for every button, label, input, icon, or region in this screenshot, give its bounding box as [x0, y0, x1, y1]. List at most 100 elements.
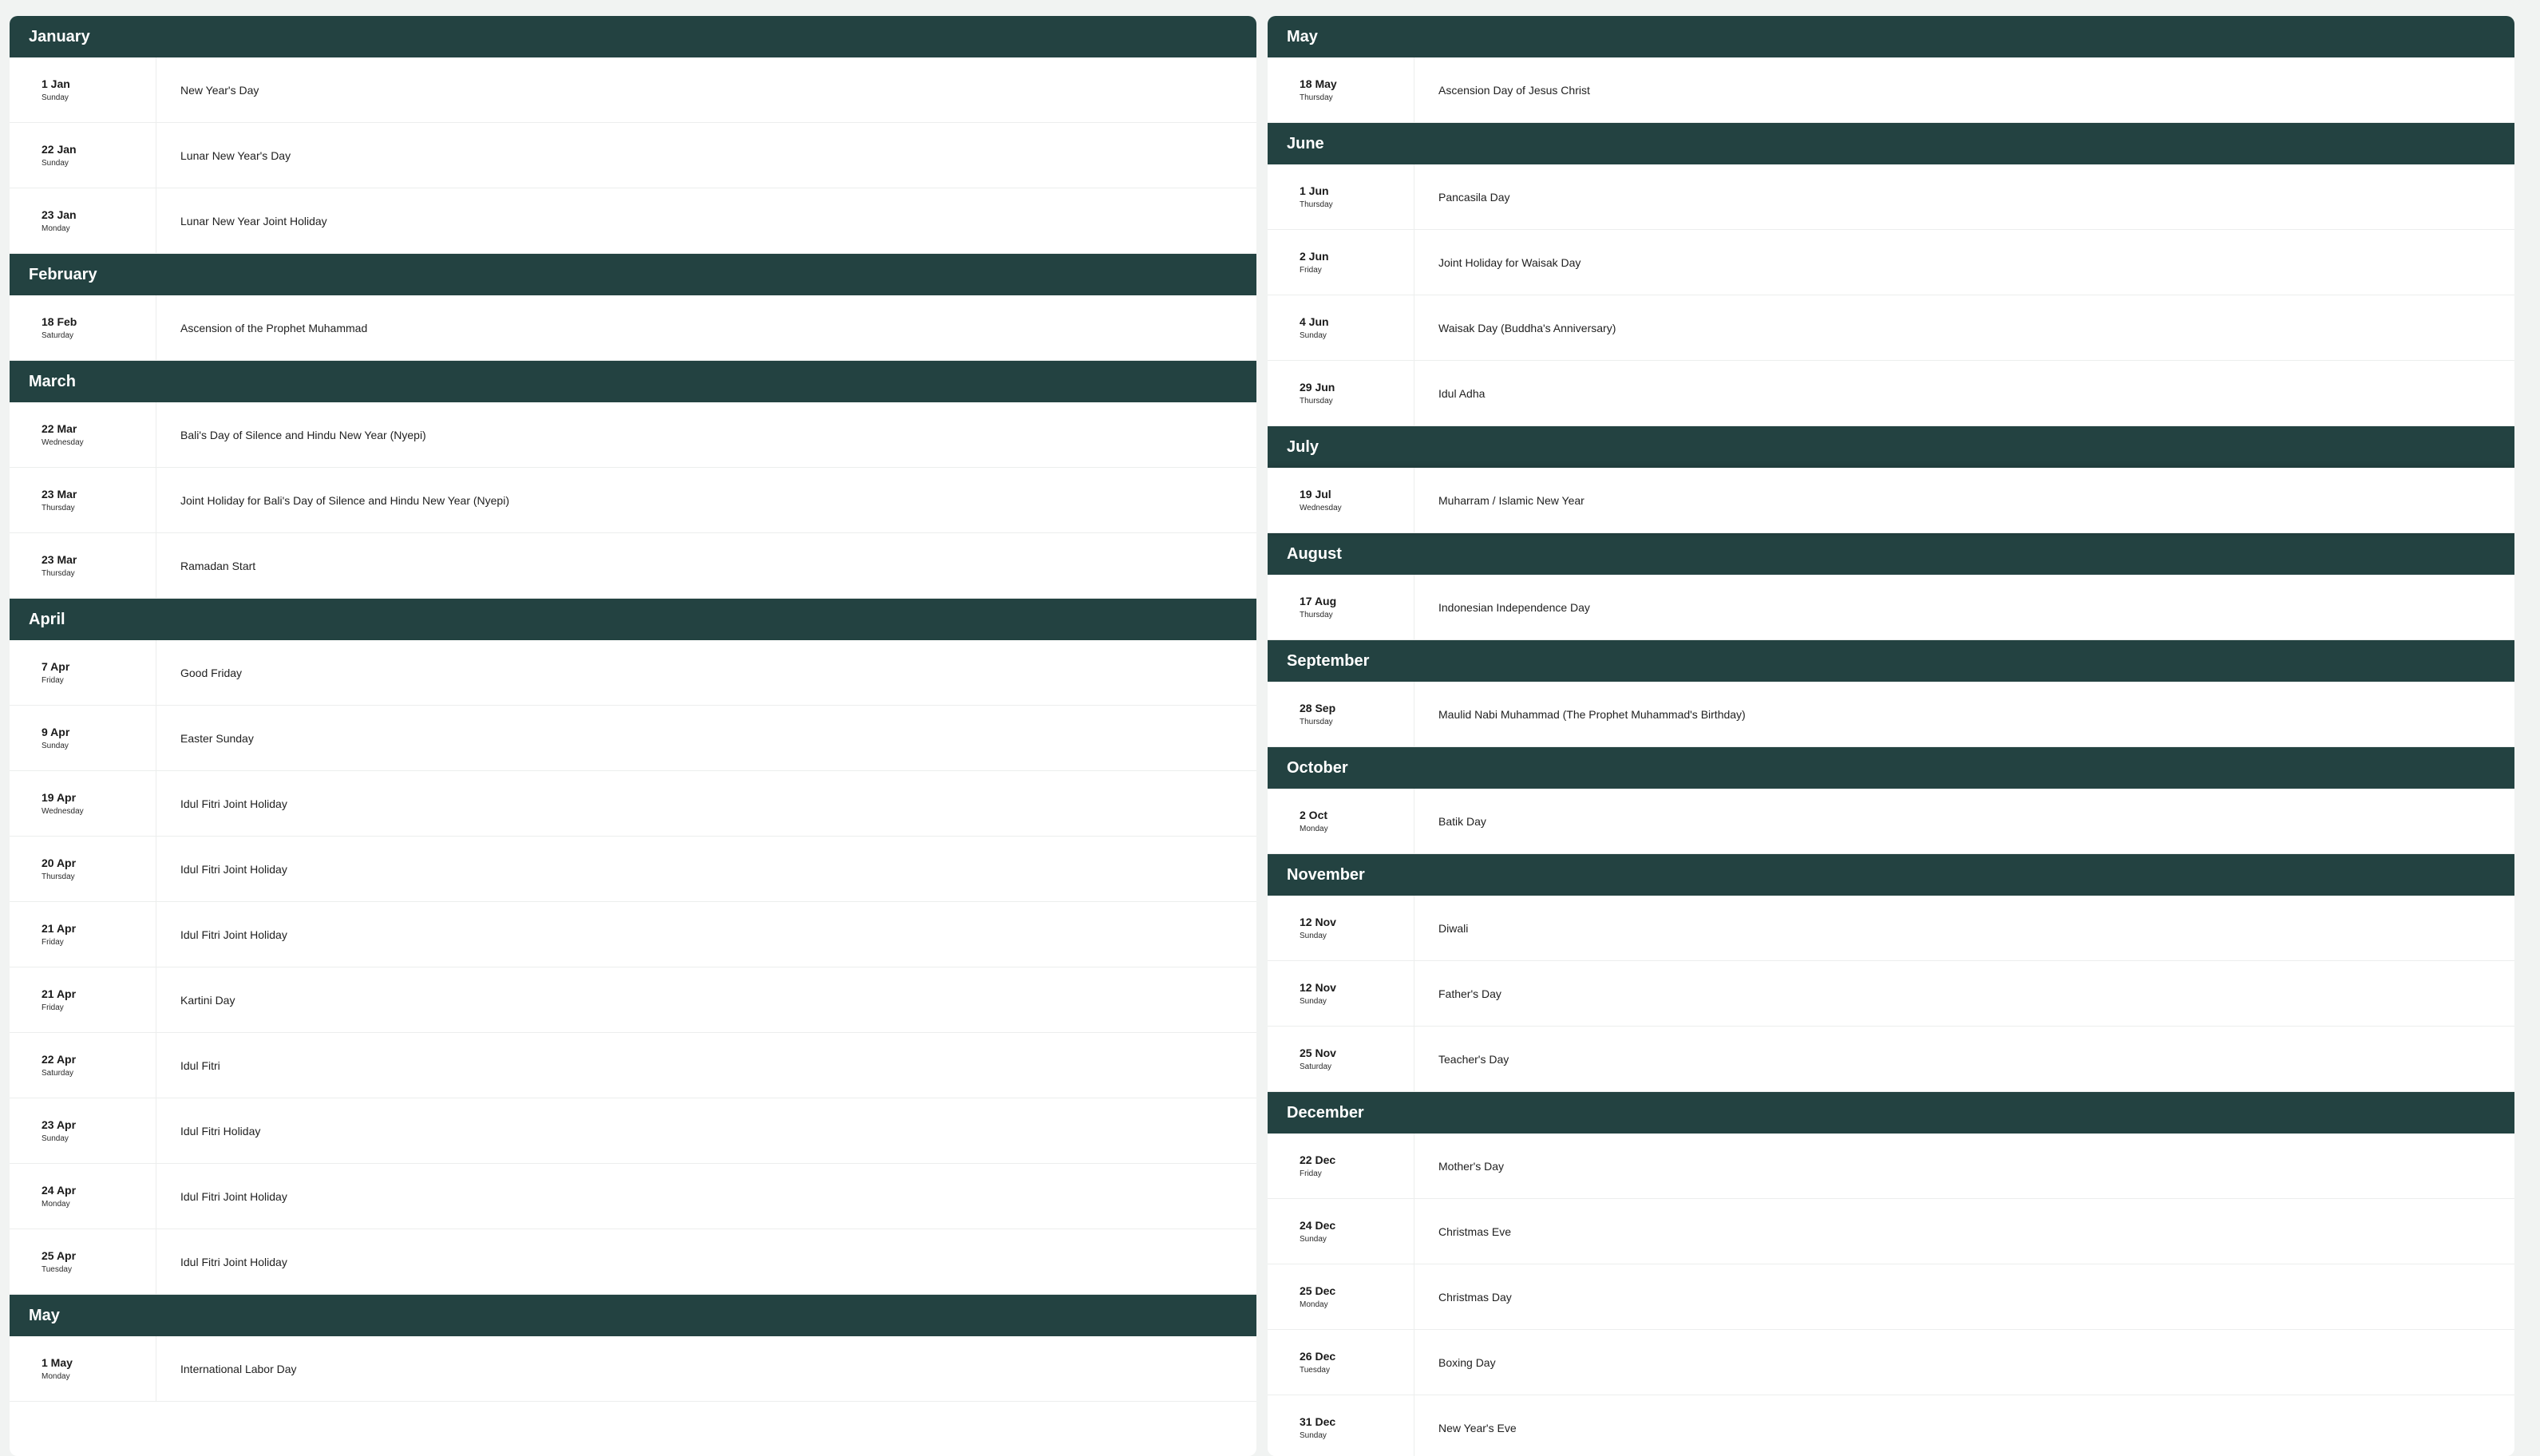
holiday-row[interactable]: 23 Mar Thursday Ramadan Start	[10, 533, 1256, 599]
holiday-row[interactable]: 12 Nov Sunday Diwali	[1268, 896, 2514, 961]
holiday-weekday: Monday	[42, 1371, 70, 1381]
holiday-row[interactable]: 28 Sep Thursday Maulid Nabi Muhammad (The …	[1268, 682, 2514, 747]
holiday-name: Indonesian Independence Day	[1438, 600, 1590, 614]
holiday-row[interactable]: 20 Apr Thursday Idul Fitri Joint Holiday	[10, 837, 1256, 902]
month-header: December	[1268, 1092, 2514, 1134]
holiday-row[interactable]: 22 Jan Sunday Lunar New Year's Day	[10, 123, 1256, 188]
holiday-weekday: Friday	[42, 675, 64, 685]
holiday-date: 25 Dec	[1300, 1284, 1336, 1297]
month-header: November	[1268, 854, 2514, 896]
holiday-column-left: January 1 Jan Sunday New Year's Day 22 Jan Su…	[10, 16, 1256, 1456]
holiday-date: 24 Dec	[1300, 1218, 1336, 1232]
holiday-row[interactable]: 4 Jun Sunday Waisak Day (Buddha's Annivers…	[1268, 295, 2514, 361]
holiday-date-cell: 22 Apr Saturday	[10, 1033, 156, 1098]
holiday-date: 4 Jun	[1300, 315, 1329, 328]
month-section: October 2 Oct Monday Batik Day	[1268, 747, 2514, 854]
month-section: July 19 Jul Wednesday Muharram / Islamic Ne…	[1268, 426, 2514, 533]
holiday-name: Teacher's Day	[1438, 1052, 1509, 1066]
holiday-weekday: Thursday	[1300, 396, 1333, 406]
holiday-row[interactable]: 21 Apr Friday Idul Fitri Joint Holiday	[10, 902, 1256, 967]
holiday-name: Ascension Day of Jesus Christ	[1438, 83, 1590, 97]
month-header: June	[1268, 123, 2514, 164]
holiday-date: 2 Oct	[1300, 808, 1328, 821]
holiday-weekday: Tuesday	[1300, 1365, 1330, 1375]
month-section: September 28 Sep Thursday Maulid Nabi Muham…	[1268, 640, 2514, 747]
holiday-row[interactable]: 17 Aug Thursday Indonesian Independence Da…	[1268, 575, 2514, 640]
holiday-row[interactable]: 19 Apr Wednesday Idul Fitri Joint Holiday	[10, 771, 1256, 837]
holiday-name: Christmas Day	[1438, 1290, 1512, 1304]
month-section: November 12 Nov Sunday Diwali 12 Nov Sunday Fa…	[1268, 854, 2514, 1092]
holiday-name: Mother's Day	[1438, 1159, 1505, 1173]
holiday-row[interactable]: 2 Oct Monday Batik Day	[1268, 789, 2514, 854]
holiday-row[interactable]: 31 Dec Sunday New Year's Eve	[1268, 1395, 2514, 1456]
holiday-row[interactable]: 9 Apr Sunday Easter Sunday	[10, 706, 1256, 771]
holiday-row[interactable]: 2 Jun Friday Joint Holiday for Waisak Day	[1268, 230, 2514, 295]
holiday-row[interactable]: 18 May Thursday Ascension Day of Jesus Chr…	[1268, 57, 2514, 123]
holiday-row[interactable]: 23 Jan Monday Lunar New Year Joint Holiday	[10, 188, 1256, 254]
holiday-date: 23 Jan	[42, 208, 77, 221]
holiday-weekday: Sunday	[1300, 996, 1327, 1006]
holiday-date: 12 Nov	[1300, 980, 1336, 994]
holiday-name: Batik Day	[1438, 814, 1486, 828]
holiday-weekday: Wednesday	[42, 437, 84, 447]
holiday-date: 26 Dec	[1300, 1349, 1336, 1363]
month-section: January 1 Jan Sunday New Year's Day 22 Jan Su…	[10, 16, 1256, 254]
holiday-date-cell: 1 May Monday	[10, 1336, 156, 1401]
month-header: March	[10, 361, 1256, 402]
holiday-row[interactable]: 25 Dec Monday Christmas Day	[1268, 1264, 2514, 1330]
holiday-row[interactable]: 25 Apr Tuesday Idul Fitri Joint Holiday	[10, 1229, 1256, 1295]
holiday-date-cell: 22 Mar Wednesday	[10, 402, 156, 467]
holiday-date: 9 Apr	[42, 725, 70, 738]
holiday-row[interactable]: 19 Jul Wednesday Muharram / Islamic New Ye…	[1268, 468, 2514, 533]
holiday-row[interactable]: 29 Jun Thursday Idul Adha	[1268, 361, 2514, 426]
holiday-weekday: Saturday	[42, 1068, 74, 1078]
holiday-name: Maulid Nabi Muhammad (The Prophet Muhamm…	[1438, 707, 1746, 721]
month-header: October	[1268, 747, 2514, 789]
holiday-row[interactable]: 12 Nov Sunday Father's Day	[1268, 961, 2514, 1027]
holiday-row[interactable]: 21 Apr Friday Kartini Day	[10, 967, 1256, 1033]
holiday-name: Idul Fitri Joint Holiday	[180, 862, 287, 876]
holiday-row[interactable]: 1 May Monday International Labor Day	[10, 1336, 1256, 1402]
holiday-date: 25 Apr	[42, 1248, 77, 1262]
holiday-date-cell: 7 Apr Friday	[10, 640, 156, 705]
holiday-weekday: Monday	[42, 1199, 70, 1209]
holiday-weekday: Monday	[1300, 824, 1328, 833]
holiday-row[interactable]: 1 Jan Sunday New Year's Day	[10, 57, 1256, 123]
holiday-name: Pancasila Day	[1438, 190, 1510, 204]
holiday-row[interactable]: 18 Feb Saturday Ascension of the Prophet M…	[10, 295, 1256, 361]
holiday-date-cell: 2 Oct Monday	[1268, 789, 1414, 853]
holiday-date-cell: 18 May Thursday	[1268, 57, 1414, 122]
holiday-date-cell: 22 Jan Sunday	[10, 123, 156, 188]
holiday-name: Boxing Day	[1438, 1355, 1496, 1369]
holiday-date-cell: 1 Jun Thursday	[1268, 164, 1414, 229]
holiday-row[interactable]: 23 Mar Thursday Joint Holiday for Bali's D…	[10, 468, 1256, 533]
holiday-row[interactable]: 23 Apr Sunday Idul Fitri Holiday	[10, 1098, 1256, 1164]
holiday-date: 21 Apr	[42, 921, 77, 935]
holiday-date-cell: 9 Apr Sunday	[10, 706, 156, 770]
month-section: May 18 May Thursday Ascension Day of Jesus …	[1268, 16, 2514, 123]
holiday-row[interactable]: 26 Dec Tuesday Boxing Day	[1268, 1330, 2514, 1395]
holiday-row[interactable]: 22 Mar Wednesday Bali's Day of Silence and…	[10, 402, 1256, 468]
holiday-date: 23 Apr	[42, 1118, 77, 1131]
holiday-name: Joint Holiday for Bali's Day of Silence …	[180, 493, 509, 507]
holiday-name: Ascension of the Prophet Muhammad	[180, 321, 368, 334]
holiday-row[interactable]: 7 Apr Friday Good Friday	[10, 640, 1256, 706]
holiday-weekday: Friday	[1300, 1169, 1322, 1178]
holiday-weekday: Sunday	[1300, 1234, 1327, 1244]
holiday-row[interactable]: 1 Jun Thursday Pancasila Day	[1268, 164, 2514, 230]
month-section: May 1 May Monday International Labor Day	[10, 1295, 1256, 1402]
holiday-weekday: Sunday	[1300, 931, 1327, 940]
month-section: March 22 Mar Wednesday Bali's Day of Silenc…	[10, 361, 1256, 599]
holiday-name: Idul Adha	[1438, 386, 1486, 400]
holiday-row[interactable]: 24 Dec Sunday Christmas Eve	[1268, 1199, 2514, 1264]
holiday-date: 17 Aug	[1300, 594, 1337, 607]
holiday-row[interactable]: 24 Apr Monday Idul Fitri Joint Holiday	[10, 1164, 1256, 1229]
holiday-weekday: Sunday	[1300, 1430, 1327, 1440]
holiday-weekday: Saturday	[42, 330, 74, 340]
holiday-row[interactable]: 22 Dec Friday Mother's Day	[1268, 1134, 2514, 1199]
holiday-date-cell: 20 Apr Thursday	[10, 837, 156, 901]
holiday-row[interactable]: 25 Nov Saturday Teacher's Day	[1268, 1027, 2514, 1092]
holiday-name: Father's Day	[1438, 987, 1501, 1000]
holiday-row[interactable]: 22 Apr Saturday Idul Fitri	[10, 1033, 1256, 1098]
holiday-date: 18 Feb	[42, 315, 77, 328]
